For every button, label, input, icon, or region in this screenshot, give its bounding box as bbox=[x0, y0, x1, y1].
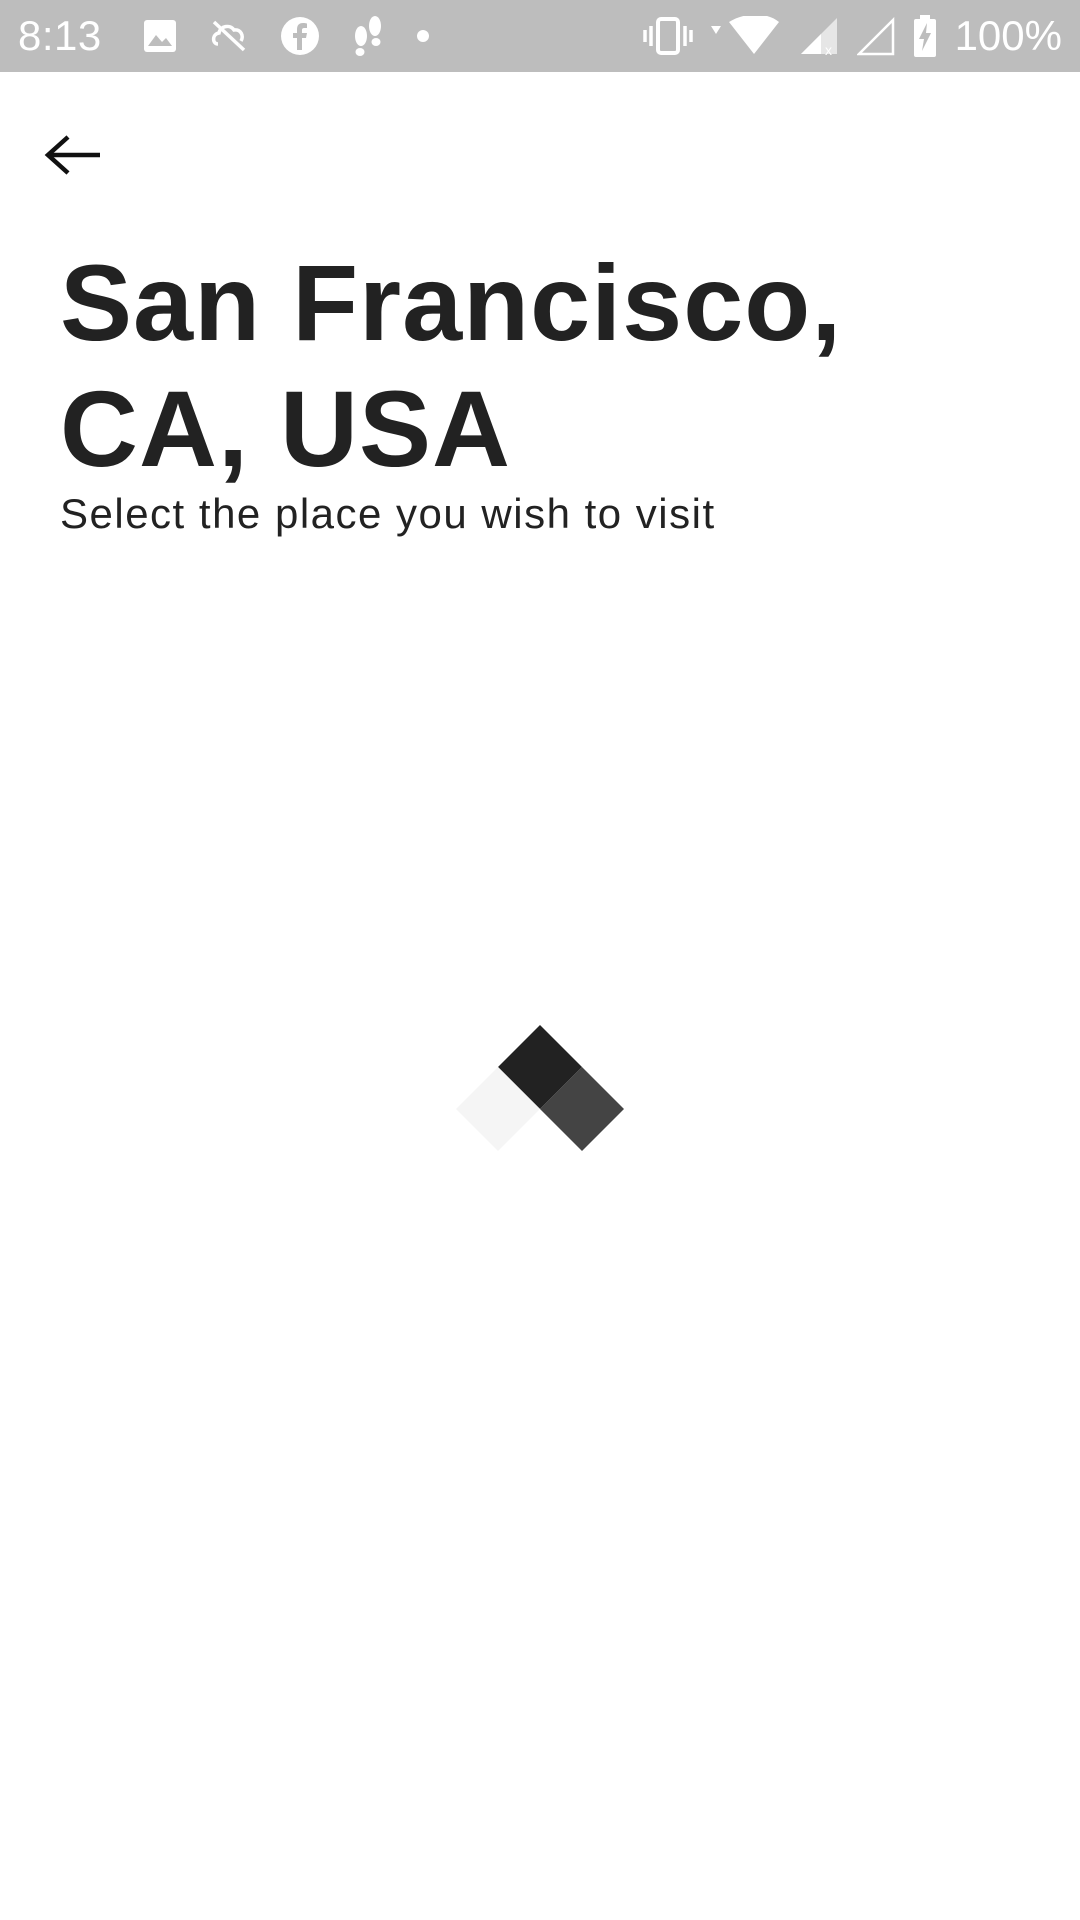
wifi-icon bbox=[710, 16, 781, 56]
vibrate-icon bbox=[642, 16, 693, 56]
page-title: San Francisco, CA, USA bbox=[60, 242, 843, 489]
sync-disabled-icon bbox=[208, 18, 250, 54]
arrow-left-icon bbox=[44, 133, 104, 177]
svg-text:x: x bbox=[825, 42, 832, 56]
status-bar: 8:13 x 100% bbox=[0, 0, 1080, 72]
image-icon bbox=[142, 18, 178, 54]
facebook-icon bbox=[280, 16, 320, 56]
page-subtitle: Select the place you wish to visit bbox=[60, 490, 716, 537]
loading-indicator bbox=[450, 1020, 630, 1160]
signal-icon: x bbox=[799, 16, 839, 56]
battery-percentage: 100% bbox=[954, 12, 1062, 59]
status-time: 8:13 bbox=[18, 12, 102, 59]
loading-diamond-icon bbox=[450, 1020, 630, 1160]
dot-icon bbox=[416, 29, 430, 43]
status-system-icons: x 100% bbox=[642, 12, 1062, 60]
back-button[interactable] bbox=[44, 120, 124, 190]
signal-empty-icon bbox=[856, 16, 895, 56]
footsteps-icon bbox=[350, 14, 386, 58]
status-notification-icons bbox=[142, 14, 430, 58]
battery-charging-icon bbox=[913, 15, 937, 57]
